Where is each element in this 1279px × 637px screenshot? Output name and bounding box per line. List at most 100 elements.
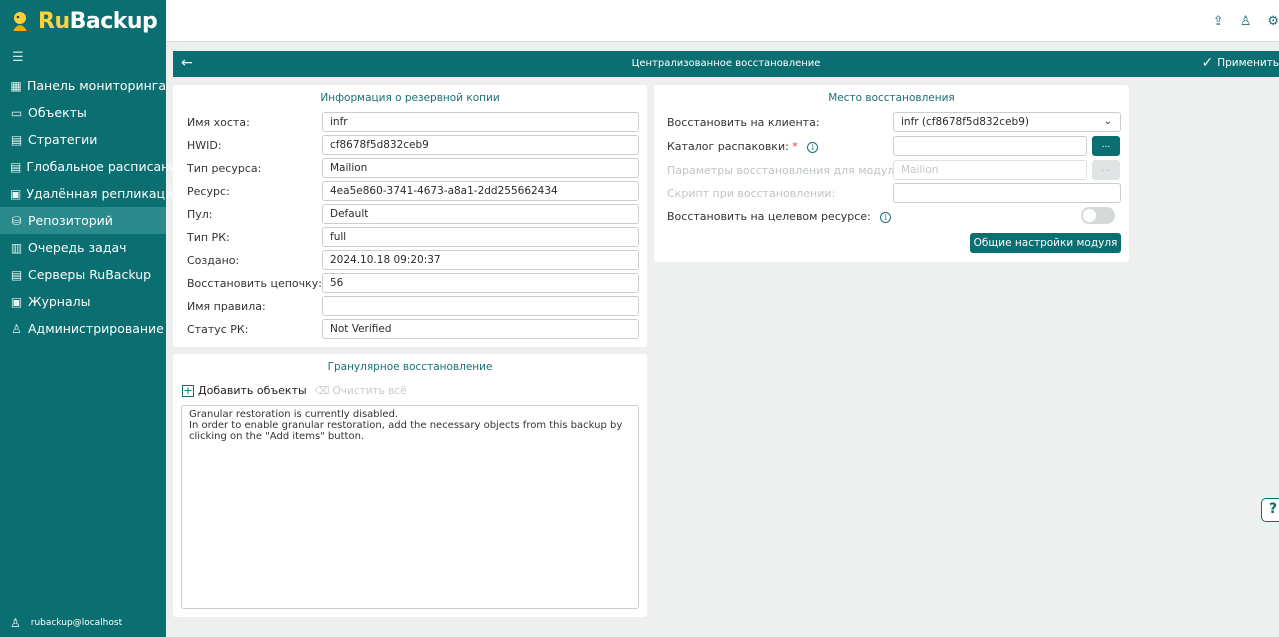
sidebar-item-label: Стратегии (28, 132, 98, 147)
upload-icon[interactable]: ⇪ (1213, 14, 1224, 29)
sidebar-item-servers[interactable]: ▤ Серверы RuBackup (0, 261, 166, 288)
resource-field[interactable]: 4ea5e860-3741-4673-a8a1-2dd255662434 (322, 181, 639, 201)
sidebar-item-remote-replication[interactable]: ▣ Удалённая репликация (0, 180, 181, 207)
sidebar-item-dashboard[interactable]: ▦ Панель мониторинга (0, 72, 166, 99)
restore-location-title: Место восстановления (828, 92, 955, 104)
module-params-browse-button: ... (1092, 160, 1120, 180)
hwid-field[interactable]: cf8678f5d832ceb9 (322, 135, 639, 155)
info-row-resource-type: Тип ресурса: Mailion (173, 158, 647, 180)
sidebar-item-label: Очередь задач (28, 240, 127, 255)
info-row-hwid: HWID: cf8678f5d832ceb9 (173, 135, 647, 157)
hostname-field[interactable]: infr (322, 112, 639, 132)
info-row-created: Создано: 2024.10.18 09:20:37 (173, 250, 647, 272)
sidebar-item-administration[interactable]: ♙ Администрирование (0, 315, 166, 342)
created-field[interactable]: 2024.10.18 09:20:37 (322, 250, 639, 270)
calendar-icon: ▤ (10, 159, 22, 174)
hostname-label: Имя хоста: (187, 116, 250, 129)
database-icon: ⛁ (11, 213, 22, 228)
unpack-dir-row: Каталог распаковки: * i ... (654, 136, 1129, 158)
rubackup-logo-icon (13, 12, 27, 31)
script-field[interactable] (893, 183, 1121, 203)
sidebar-item-strategies[interactable]: ▤ Стратегии (0, 126, 166, 153)
top-icons: ⇪ ♙ ⚙ (1213, 14, 1279, 29)
page-title: Централизованное восстановление (631, 58, 821, 69)
logo-text-backup: Backup (69, 8, 158, 34)
apply-button[interactable]: ✓ Применить (1202, 56, 1279, 70)
created-label: Создано: (187, 254, 240, 267)
eraser-icon: ⌫ (314, 384, 330, 397)
document-icon: ▤ (10, 132, 23, 147)
add-objects-button[interactable]: + Добавить объекты (182, 384, 307, 397)
target-resource-label-wrap: Восстановить на целевом ресурсе: i (667, 210, 892, 223)
clear-all-label: Очистить всё (332, 384, 407, 397)
pool-field[interactable]: Default (322, 204, 639, 224)
info-row-backup-type: Тип РК: full (173, 227, 647, 249)
logo-text-ru: Ru (38, 8, 70, 34)
backup-type-field[interactable]: full (322, 227, 639, 247)
sidebar-item-repository[interactable]: ⛁ Репозиторий (0, 207, 166, 234)
restore-chain-label: Восстановить цепочку: (187, 277, 322, 290)
hwid-label: HWID: (187, 139, 222, 152)
info-row-resource: Ресурс: 4ea5e860-3741-4673-a8a1-2dd25566… (173, 181, 647, 203)
status-label: Статус РК: (187, 323, 249, 336)
unpack-dir-label-wrap: Каталог распаковки: * i (667, 140, 819, 153)
script-label: Скрипт при восстановлении: (667, 187, 836, 200)
granular-message-line: Granular restoration is currently disabl… (189, 409, 399, 420)
target-resource-toggle[interactable] (1081, 207, 1115, 224)
user-icon[interactable]: ♙ (1240, 14, 1252, 29)
plus-icon: + (182, 383, 194, 397)
browse-button[interactable]: ... (1092, 136, 1120, 156)
user-account[interactable]: ♙ rubackup@localhost (0, 609, 166, 637)
granular-message-box[interactable]: Granular restoration is currently disabl… (181, 405, 639, 609)
help-button[interactable]: ? (1261, 498, 1279, 522)
granular-message-line: In order to enable granular restoration,… (189, 420, 623, 431)
sidebar-item-label: Глобальное расписание (26, 159, 186, 174)
check-icon: ✓ (1201, 55, 1214, 71)
sidebar-item-journals[interactable]: ▣ Журналы (0, 288, 166, 315)
restore-client-select[interactable]: infr (cf8678f5d832ceb9) ⌄ (893, 112, 1121, 132)
unpack-dir-field[interactable] (893, 136, 1087, 156)
rule-name-field[interactable] (322, 296, 639, 316)
server-icon: ▤ (10, 267, 23, 282)
status-field[interactable]: Not Verified (322, 319, 639, 339)
user-icon: ♙ (10, 616, 21, 630)
journal-icon: ▣ (10, 294, 23, 309)
sidebar-item-label: Администрирование (28, 321, 164, 336)
module-settings-button[interactable]: Общие настройки модуля (970, 233, 1121, 253)
pool-label: Пул: (187, 208, 213, 221)
backup-info-panel: Информация о резервной копии Имя хоста: … (173, 85, 647, 347)
info-row-rule-name: Имя правила: (173, 296, 647, 318)
module-params-row: Параметры восстановления для модуля: Mai… (654, 160, 1129, 182)
restore-location-panel: Место восстановления Восстановить на кли… (654, 85, 1129, 262)
queue-icon: ▥ (10, 240, 23, 255)
title-bar: ← Централизованное восстановление ✓ Прим… (173, 51, 1279, 77)
restore-client-value: infr (cf8678f5d832ceb9) (901, 116, 1029, 128)
logo[interactable]: RuBackup (0, 0, 166, 42)
required-asterisk: * (792, 140, 798, 153)
sidebar-item-global-schedule[interactable]: ▤ Глобальное расписание (0, 153, 185, 180)
restore-client-label: Восстановить на клиента: (667, 116, 820, 129)
user-name: rubackup@localhost (30, 618, 123, 628)
chevron-down-icon: ⌄ (1103, 116, 1112, 127)
resource-label: Ресурс: (187, 185, 230, 198)
resource-type-field[interactable]: Mailion (322, 158, 639, 178)
clear-all-button: ⌫ Очистить всё (315, 385, 407, 397)
menu-collapse-icon[interactable]: ☰ (0, 42, 166, 72)
rule-name-label: Имя правила: (187, 300, 266, 313)
add-objects-label: Добавить объекты (198, 384, 307, 397)
unpack-dir-label: Каталог распаковки: (667, 140, 789, 153)
settings-icon[interactable]: ⚙ (1267, 14, 1279, 29)
info-icon[interactable]: i (880, 212, 892, 223)
restore-chain-field[interactable]: 56 (322, 273, 639, 293)
backup-type-label: Тип РК: (187, 231, 230, 244)
granular-title: Гранулярное восстановление (327, 361, 493, 373)
sidebar-item-objects[interactable]: ▭ Объекты (0, 99, 166, 126)
sidebar-item-label: Удалённая репликация (26, 186, 181, 201)
granular-restore-panel: Гранулярное восстановление + Добавить об… (173, 354, 647, 617)
restore-client-row: Восстановить на клиента: infr (cf8678f5d… (654, 112, 1129, 134)
replication-icon: ▣ (10, 186, 22, 201)
apply-label: Применить (1217, 57, 1279, 69)
info-icon[interactable]: i (807, 142, 819, 153)
module-params-label: Параметры восстановления для модуля: (667, 164, 905, 177)
sidebar-item-task-queue[interactable]: ▥ Очередь задач (0, 234, 166, 261)
